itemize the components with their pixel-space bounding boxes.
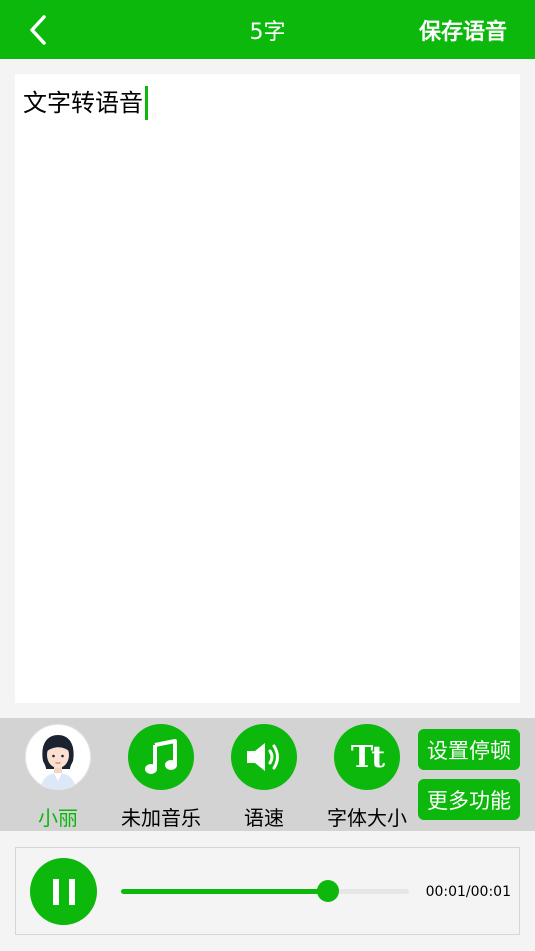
audio-player: 00:01/00:01 — [15, 847, 520, 935]
speed-label: 语速 — [244, 806, 284, 830]
speech-speed-button[interactable]: 语速 — [216, 724, 312, 830]
pause-button[interactable] — [30, 858, 97, 925]
avatar-icon — [40, 735, 76, 789]
top-bar: 5字 保存语音 — [0, 0, 535, 59]
speaker-icon — [247, 743, 279, 771]
save-voice-button[interactable]: 保存语音 — [419, 0, 507, 59]
background-music-button[interactable]: 未加音乐 — [113, 724, 209, 830]
more-functions-button[interactable]: 更多功能 — [418, 779, 520, 820]
text-editor[interactable]: 文字转语音 — [15, 74, 520, 703]
text-caret — [145, 86, 148, 120]
speed-icon-circle — [231, 724, 297, 790]
voice-label: 小丽 — [38, 806, 78, 830]
progress-fill — [121, 889, 329, 894]
editor-text: 文字转语音 — [23, 89, 143, 117]
music-note-icon — [145, 739, 177, 774]
progress-slider[interactable] — [121, 880, 409, 902]
back-button[interactable] — [18, 10, 58, 50]
back-arrow-icon — [30, 15, 46, 45]
music-label: 未加音乐 — [121, 806, 201, 830]
avatar — [25, 724, 91, 790]
font-size-icon: Tt — [350, 739, 385, 775]
function-toolbar: 小丽 未加音乐 语速 Tt 字体大小 设置停顿 更多功能 — [0, 718, 535, 831]
playback-time: 00:01/00:01 — [425, 884, 511, 900]
editor-content[interactable]: 文字转语音 — [23, 86, 148, 120]
font-size-icon-circle: Tt — [334, 724, 400, 790]
set-pause-button[interactable]: 设置停顿 — [418, 729, 520, 770]
progress-thumb[interactable] — [317, 880, 340, 902]
font-size-label: 字体大小 — [327, 806, 407, 830]
pause-icon — [52, 878, 75, 905]
font-size-button[interactable]: Tt 字体大小 — [319, 724, 415, 830]
voice-selector[interactable]: 小丽 — [10, 724, 106, 830]
music-icon-circle — [128, 724, 194, 790]
